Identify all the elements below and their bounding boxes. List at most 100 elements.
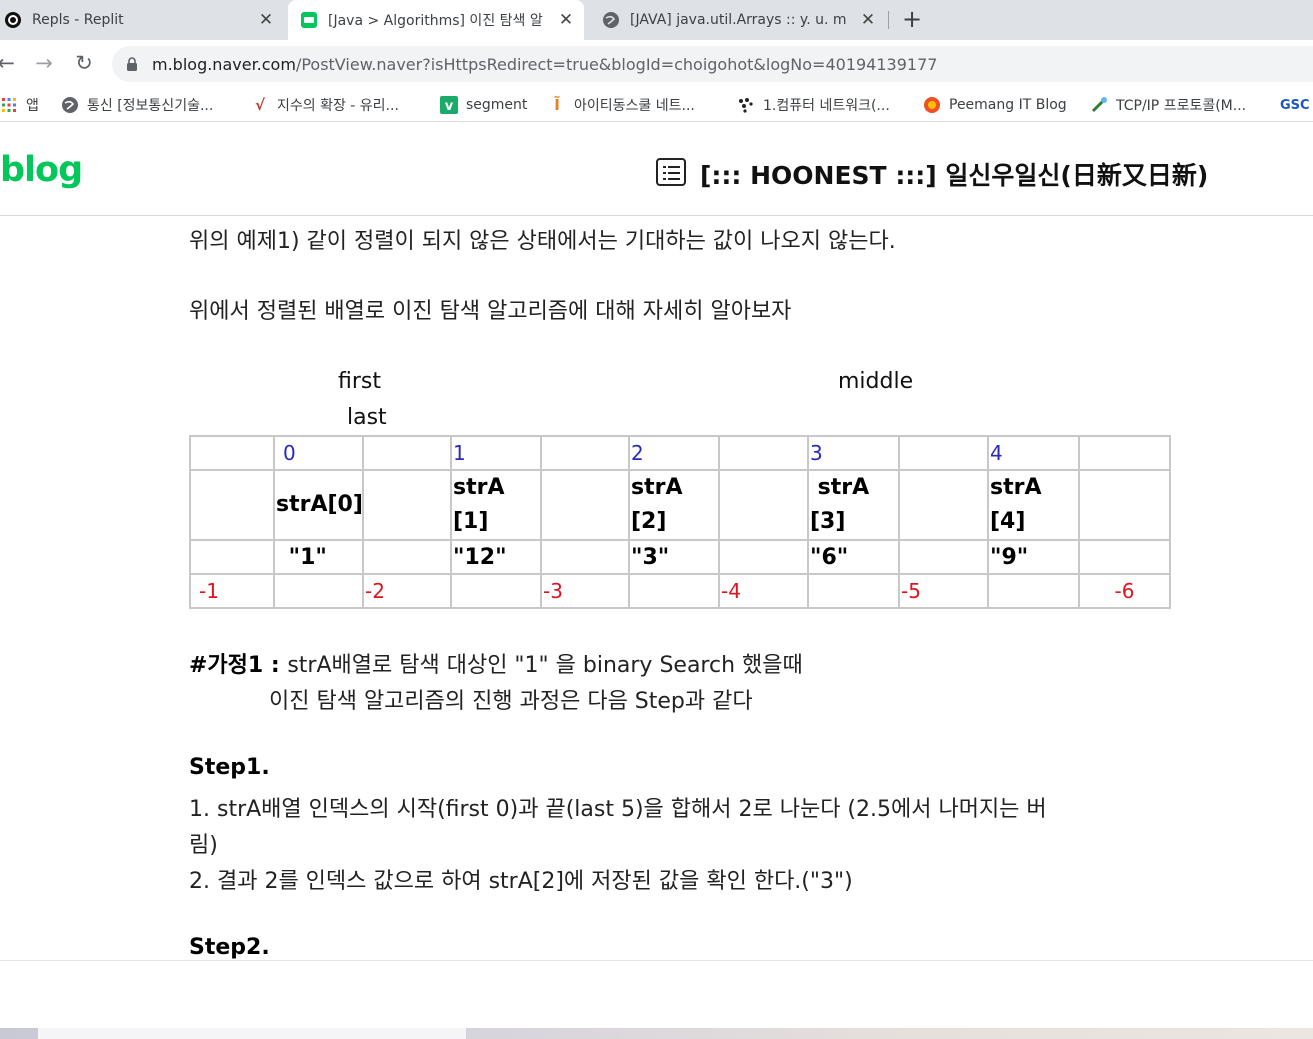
hypothesis-text: strA배열로 탐색 대상인 "1" 을 binary Search 했을때 bbox=[287, 653, 803, 678]
url-path: /PostView.naver?isHttpsRedirect=true&blo… bbox=[295, 54, 938, 74]
tab-naver-blog[interactable]: [Java > Algorithms] 이진 탐색 알 ✕ bbox=[288, 0, 584, 40]
v-icon: v bbox=[440, 96, 458, 114]
first-label: first bbox=[338, 369, 381, 394]
blog-title[interactable]: [::: HOONEST :::] 일신우일신(日新又日新) bbox=[700, 156, 1208, 192]
bookmark-apps[interactable]: 앱 bbox=[0, 94, 39, 116]
table-cell: 3 bbox=[807, 435, 900, 471]
close-tab-icon[interactable]: ✕ bbox=[256, 10, 276, 30]
forward-arrow-icon[interactable]: → bbox=[32, 52, 56, 76]
paragraph: 2. 결과 2를 인덱스 값으로 하여 strA[2]에 저장된 값을 확인 한… bbox=[189, 869, 853, 894]
table-cell bbox=[1078, 469, 1171, 541]
table-cell bbox=[189, 469, 275, 541]
paragraph: 위에서 정렬된 배열로 이진 탐색 알고리즘에 대해 자세히 알아보자 bbox=[189, 299, 792, 324]
table-cell: 1 bbox=[450, 435, 542, 471]
table-cell bbox=[987, 573, 1080, 609]
table-cell bbox=[362, 469, 452, 541]
table-cell: -3 bbox=[540, 573, 630, 609]
table-cell: -6 bbox=[1078, 573, 1171, 609]
value-row: "1" "12" "3" "6" "9" bbox=[189, 539, 1171, 575]
tab-title: [Java > Algorithms] 이진 탐색 알 bbox=[328, 13, 543, 29]
negative-index-row: -1 -2 -3 -4 -5 -6 bbox=[189, 573, 1171, 609]
bookmark-label: 아이티동스쿨 네트... bbox=[574, 98, 695, 114]
bookmark-item[interactable]: √ 지수의 확장 - 유리... bbox=[251, 94, 399, 116]
tab-divider bbox=[888, 11, 889, 29]
list-icon[interactable] bbox=[656, 158, 686, 186]
globe-icon bbox=[61, 96, 79, 114]
middle-label: middle bbox=[838, 369, 914, 394]
apps-grid-icon bbox=[0, 96, 18, 114]
sqrt-icon: √ bbox=[254, 96, 265, 114]
table-cell bbox=[540, 469, 630, 541]
bookmark-item[interactable]: v segment bbox=[440, 94, 527, 116]
table-cell: 2 bbox=[628, 435, 720, 471]
browser-toolbar: ← → ↻ m.blog.naver.com/PostView.naver?is… bbox=[0, 40, 1313, 88]
close-tab-icon[interactable]: ✕ bbox=[556, 10, 576, 30]
naver-blog-icon bbox=[300, 11, 318, 29]
it-icon: Ĩ bbox=[554, 96, 560, 114]
paragraph: 위의 예제1) 같이 정렬이 되지 않은 상태에서는 기대하는 값이 나오지 않… bbox=[189, 229, 896, 254]
back-arrow-icon[interactable]: ← bbox=[0, 52, 18, 76]
replit-icon bbox=[4, 11, 22, 29]
bookmarks-bar: 앱 통신 [정보통신기술... √ 지수의 확장 - 유리... v segme… bbox=[0, 88, 1313, 122]
gsc-icon: GSC bbox=[1280, 97, 1310, 113]
table-cell: "9" bbox=[987, 539, 1080, 575]
table-cell bbox=[362, 435, 452, 471]
url-text: m.blog.naver.com/PostView.naver?isHttpsR… bbox=[152, 55, 937, 74]
table-cell: strA [3] bbox=[807, 469, 900, 541]
table-cell: "3" bbox=[628, 539, 720, 575]
name-row: strA[0] strA [1] strA [2] strA [3] strA … bbox=[189, 469, 1171, 541]
table-cell: "1" bbox=[273, 539, 364, 575]
globe-icon bbox=[602, 11, 620, 29]
taskbar-strip bbox=[0, 1028, 1313, 1039]
table-cell bbox=[450, 573, 542, 609]
bookmark-item[interactable]: Ĩ 아이티동스쿨 네트... bbox=[548, 94, 695, 116]
bookmark-item[interactable]: 통신 [정보통신기술... bbox=[61, 94, 213, 116]
step2-heading: Step2. bbox=[189, 935, 270, 960]
tab-title: [JAVA] java.util.Arrays :: y. u. m bbox=[630, 12, 847, 28]
tab-replit[interactable]: Repls - Replit ✕ bbox=[0, 0, 282, 40]
bookmark-label: TCP/IP 프로토콜(M... bbox=[1116, 98, 1247, 114]
table-cell bbox=[807, 573, 900, 609]
new-tab-button[interactable]: + bbox=[898, 6, 926, 34]
reload-icon[interactable]: ↻ bbox=[72, 52, 96, 76]
blog-logo[interactable]: blog bbox=[0, 150, 83, 190]
table-cell: -2 bbox=[362, 573, 452, 609]
table-cell: 4 bbox=[987, 435, 1080, 471]
bookmark-item[interactable]: Peemang IT Blog bbox=[923, 94, 1067, 116]
lock-icon bbox=[112, 57, 152, 71]
table-cell bbox=[362, 539, 452, 575]
table-cell: strA [1] bbox=[450, 469, 542, 541]
table-cell: 0 bbox=[273, 435, 364, 471]
bookmark-item[interactable]: 1.컴퓨터 네트워크(... bbox=[737, 94, 890, 116]
dots-icon bbox=[737, 96, 755, 114]
paragraph: 1. strA배열 인덱스의 시작(first 0)과 끝(last 5)을 합… bbox=[189, 797, 1047, 822]
svg-text:v: v bbox=[445, 99, 454, 114]
table-cell: -1 bbox=[189, 573, 275, 609]
paragraph: 림) bbox=[189, 833, 218, 858]
bookmark-item[interactable]: TCP/IP 프로토콜(M... bbox=[1090, 94, 1246, 116]
hypothesis-line: #가정1 : strA배열로 탐색 대상인 "1" 을 binary Searc… bbox=[189, 647, 803, 679]
table-cell bbox=[718, 469, 809, 541]
table-cell bbox=[1078, 539, 1171, 575]
tab-title: Repls - Replit bbox=[32, 12, 124, 28]
bookmark-label: segment bbox=[466, 97, 528, 113]
table-cell bbox=[189, 435, 275, 471]
paragraph: 이진 탐색 알고리즘의 진행 과정은 다음 Step과 같다 bbox=[269, 689, 753, 714]
bookmark-label: 지수의 확장 - 유리... bbox=[277, 98, 399, 114]
table-cell bbox=[898, 539, 989, 575]
blog-header: blog [::: HOONEST :::] 일신우일신(日新又日新) bbox=[0, 122, 1313, 216]
tab-java-arrays[interactable]: [JAVA] java.util.Arrays :: y. u. m ✕ bbox=[590, 0, 886, 40]
table-cell: "6" bbox=[807, 539, 900, 575]
table-cell bbox=[718, 435, 809, 471]
tab-strip: Repls - Replit ✕ [Java > Algorithms] 이진 … bbox=[0, 0, 1313, 40]
close-tab-icon[interactable]: ✕ bbox=[858, 10, 878, 30]
bookmark-item[interactable]: GSC bbox=[1280, 94, 1310, 116]
tcp-icon bbox=[1090, 96, 1108, 114]
table-cell: strA [2] bbox=[628, 469, 720, 541]
hypothesis-label: #가정1 : bbox=[189, 653, 288, 678]
address-bar[interactable]: m.blog.naver.com/PostView.naver?isHttpsR… bbox=[112, 46, 1313, 82]
bookmark-label: Peemang IT Blog bbox=[949, 97, 1067, 113]
table-cell bbox=[718, 539, 809, 575]
table-cell: -5 bbox=[898, 573, 989, 609]
array-table: 0 1 2 3 4 strA[0] strA [1] strA [2] strA… bbox=[189, 435, 1171, 609]
